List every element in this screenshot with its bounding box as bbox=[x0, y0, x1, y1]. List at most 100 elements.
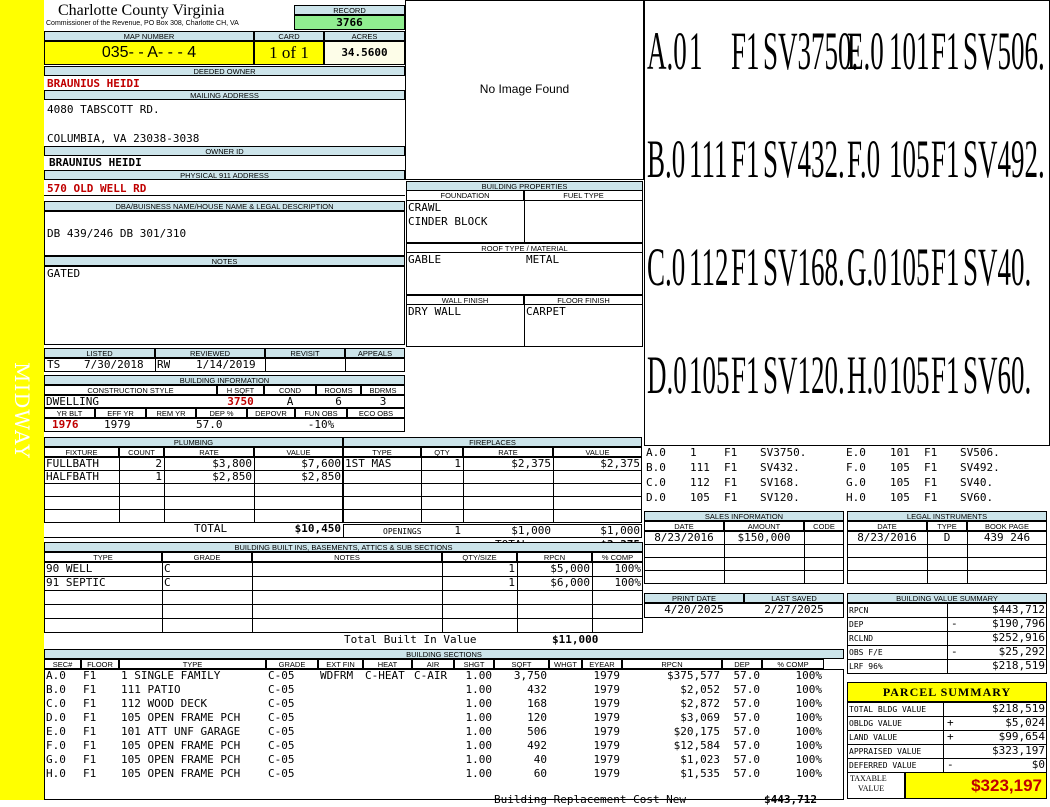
table-cell: 439 246 bbox=[983, 531, 1031, 544]
section-cell: F1 bbox=[83, 753, 97, 766]
table-cell: FULLBATH bbox=[46, 457, 99, 470]
divider bbox=[155, 358, 156, 372]
legal-desc-label: DBA/BUISNESS NAME/HOUSE NAME & LEGAL DES… bbox=[44, 201, 405, 211]
sketch-legend-code: 1 bbox=[690, 446, 697, 459]
sketch-code: D.0 bbox=[647, 345, 687, 405]
section-cell: WDFRM bbox=[320, 669, 354, 682]
column-header: VALUE bbox=[553, 447, 642, 457]
table-cell: 100% bbox=[614, 576, 642, 589]
mailing-line-2: COLUMBIA, VA 23038-3038 bbox=[47, 132, 200, 145]
row-line bbox=[847, 557, 1047, 558]
building-info-label: BUILDING INFORMATION bbox=[44, 375, 405, 385]
rooms-value: 6 bbox=[335, 395, 342, 408]
map-number-value: 035- - A- - - 4 bbox=[44, 41, 254, 65]
sketch-code: SV432. bbox=[763, 129, 845, 189]
bdrms-value: 3 bbox=[379, 395, 387, 408]
sketch-legend-code: G.0 bbox=[846, 476, 866, 489]
col-line bbox=[943, 744, 944, 759]
section-cell: 111 PATIO bbox=[121, 683, 181, 696]
sections-total-label: Building Replacement Cost New bbox=[494, 793, 687, 806]
sketch-area: A.0 1 F1 SV3750. E.0 101 F1 SV506. B.0 111 F1 SV432… bbox=[644, 0, 1050, 446]
column-header: GRADE bbox=[162, 552, 252, 562]
row-line bbox=[44, 483, 343, 484]
section-cell: 168 bbox=[527, 697, 547, 710]
sketch-legend-code: SV168. bbox=[760, 476, 800, 489]
plumbing-total-label: TOTAL bbox=[194, 522, 228, 535]
construction-style: DWELLING bbox=[46, 395, 99, 408]
sketch-code: 111 bbox=[689, 129, 728, 189]
row-line bbox=[644, 570, 844, 571]
section-cell: 506 bbox=[527, 725, 547, 738]
builtins-label: BUILDING BUILT INS, BASEMENTS, ATTICS & … bbox=[44, 542, 643, 552]
foundation-1: CRAWL bbox=[408, 201, 442, 214]
column-header: NOTES bbox=[252, 552, 442, 562]
divider bbox=[524, 200, 525, 243]
openings-qty: 1 bbox=[454, 524, 461, 537]
section-cell: C-AIR bbox=[414, 669, 448, 682]
section-cell: F1 bbox=[83, 711, 97, 724]
divider bbox=[265, 358, 266, 372]
builtins-table: TYPE GRADE NOTES QTY/SIZE RPCN% COMP 90 WELL C… bbox=[44, 552, 643, 646]
print-date: 4/20/2025 bbox=[664, 603, 724, 616]
section-cell: $1,535 bbox=[680, 767, 720, 780]
hsqft-label: H SQFT bbox=[217, 385, 264, 395]
parcel-amount: $323,197 bbox=[992, 744, 1045, 757]
sketch-legend-code: 105 bbox=[890, 476, 910, 489]
building-age-row bbox=[44, 418, 405, 432]
row-line bbox=[847, 544, 1047, 545]
parcel-label: DEFERRED VALUE bbox=[849, 761, 917, 770]
column-header: SHGT bbox=[454, 659, 494, 669]
record-value: 3766 bbox=[294, 15, 405, 30]
row-line bbox=[847, 570, 1047, 571]
col-line bbox=[927, 531, 928, 583]
row-line bbox=[343, 496, 642, 497]
row-line bbox=[44, 496, 343, 497]
section-cell: F1 bbox=[83, 669, 97, 682]
col-line bbox=[254, 457, 255, 522]
column-header: WHGT bbox=[549, 659, 582, 669]
value-amount: $218,519 bbox=[992, 659, 1045, 672]
parcel-sign: - bbox=[947, 758, 954, 771]
col-line bbox=[119, 457, 120, 522]
fireplace-table: TYPE QTY RATE VALUE 1ST MAS 1 $2,375 $2,375 OPEN… bbox=[343, 447, 642, 551]
appeals-label: APPEALS bbox=[345, 348, 405, 358]
sketch-legend-code: 105 bbox=[890, 461, 910, 474]
sketch-code: SV40. bbox=[963, 237, 1032, 297]
sketch-code: F1 bbox=[731, 129, 760, 189]
section-cell: G.0 bbox=[46, 753, 66, 766]
column-header: CODE bbox=[804, 521, 844, 531]
sketch-code: SV60. bbox=[963, 345, 1032, 405]
plumbing-label: PLUMBING bbox=[44, 437, 343, 447]
section-cell: C-HEAT bbox=[365, 669, 405, 682]
column-header: GRADE bbox=[266, 659, 318, 669]
openings-value: $1,000 bbox=[600, 524, 640, 537]
divider bbox=[345, 358, 346, 372]
col-line bbox=[947, 603, 948, 618]
sections-table: SEC# FLOOR TYPE GRADE EXT FIN HEAT AIR SHGT SQFT… bbox=[44, 659, 844, 806]
deeded-owner-value: BRAUNIUS HEIDI bbox=[47, 77, 140, 90]
section-cell: $1,023 bbox=[680, 753, 720, 766]
section-cell: 1.00 bbox=[465, 725, 493, 738]
parcel-label: TOTAL BLDG VALUE bbox=[849, 705, 927, 714]
remyr-label: REM YR bbox=[146, 408, 196, 418]
sketch-code: F1 bbox=[731, 345, 760, 405]
physical-address-label: PHYSICAL 911 ADDRESS bbox=[44, 170, 405, 180]
column-header: RPCN bbox=[622, 659, 722, 669]
col-line bbox=[804, 531, 805, 583]
col-line bbox=[592, 562, 593, 632]
column-header: RPCN bbox=[517, 552, 592, 562]
sketch-legend: A.0 1 F1 SV3750. E.0 101 F1 SV506. B.0 111 F1 SV432… bbox=[644, 446, 1050, 510]
section-cell: C-05 bbox=[268, 711, 295, 724]
col-line bbox=[943, 730, 944, 745]
col-line bbox=[724, 531, 725, 583]
hsqft-value: 3750 bbox=[227, 395, 254, 408]
section-cell: 57.0 bbox=[733, 725, 761, 738]
column-header: RATE bbox=[463, 447, 553, 457]
notes-label: NOTES bbox=[44, 256, 405, 266]
section-cell: 1.00 bbox=[465, 711, 493, 724]
table-cell: 100% bbox=[614, 562, 642, 575]
table-cell: $2,850 bbox=[212, 470, 252, 483]
section-cell: F1 bbox=[83, 767, 97, 780]
mailing-address-label: MAILING ADDRESS bbox=[44, 90, 405, 100]
sketch-legend-code: F1 bbox=[924, 476, 938, 489]
